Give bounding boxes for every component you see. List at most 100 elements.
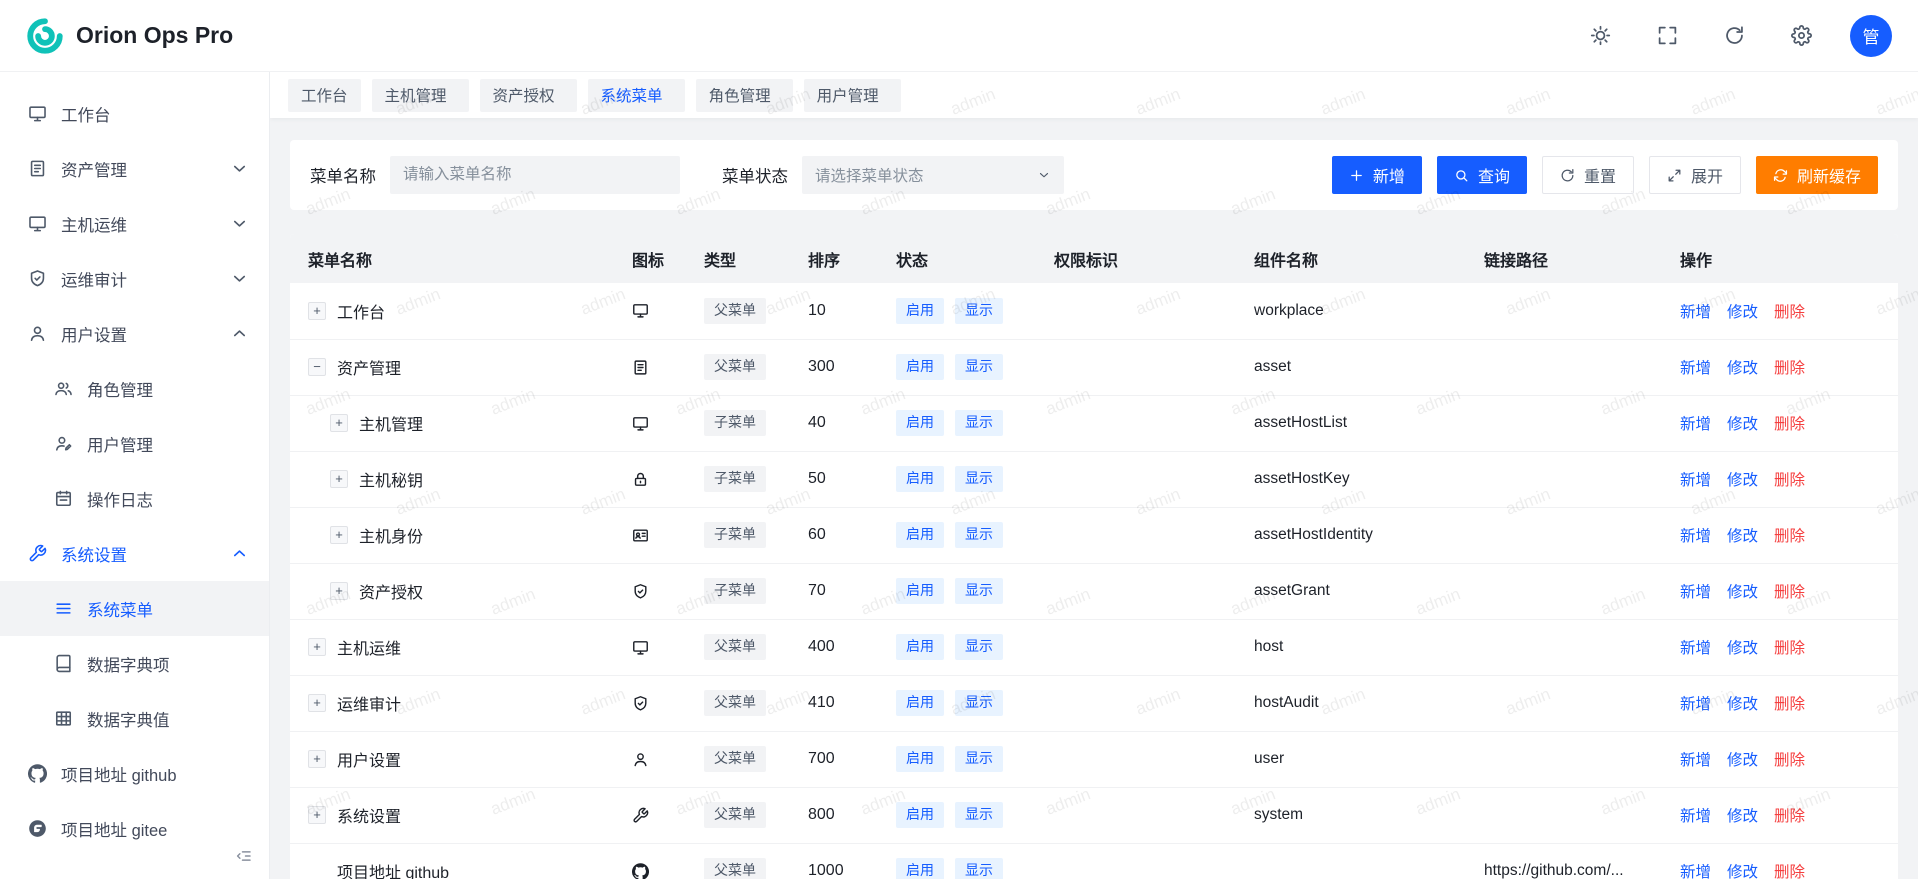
visible-badge: 显示 bbox=[955, 634, 1003, 660]
button-label: 展开 bbox=[1691, 163, 1723, 187]
tab-item[interactable]: 工作台 bbox=[288, 79, 361, 112]
row-delete-link[interactable]: 删除 bbox=[1774, 696, 1805, 713]
menu-name-wrap: −资产管理 bbox=[308, 355, 608, 379]
sidebar-item[interactable]: 项目地址 gitee bbox=[0, 801, 269, 856]
menu-status-select[interactable]: 请选择菜单状态 bbox=[802, 156, 1064, 194]
app-header: Orion Ops Pro 管 bbox=[0, 0, 1918, 72]
expand-row-toggle[interactable]: + bbox=[330, 414, 348, 432]
tab-item[interactable]: 用户管理 bbox=[804, 79, 901, 112]
row-add-link[interactable]: 新增 bbox=[1680, 752, 1711, 769]
row-add-link[interactable]: 新增 bbox=[1680, 472, 1711, 489]
menu-name-input[interactable] bbox=[390, 156, 680, 194]
collapse-row-toggle[interactable]: − bbox=[308, 358, 326, 376]
row-add-link[interactable]: 新增 bbox=[1680, 528, 1711, 545]
row-edit-link[interactable]: 修改 bbox=[1727, 696, 1758, 713]
cell-actions: 新增修改删除 bbox=[1668, 395, 1898, 451]
row-delete-link[interactable]: 删除 bbox=[1774, 640, 1805, 657]
expand-row-toggle[interactable]: + bbox=[330, 526, 348, 544]
add-button[interactable]: 新增 bbox=[1332, 156, 1422, 194]
row-delete-link[interactable]: 删除 bbox=[1774, 864, 1805, 879]
query-button[interactable]: 查询 bbox=[1437, 156, 1527, 194]
sidebar-item[interactable]: 工作台 bbox=[0, 86, 269, 141]
row-add-link[interactable]: 新增 bbox=[1680, 808, 1711, 825]
settings-button[interactable] bbox=[1783, 17, 1820, 54]
row-delete-link[interactable]: 删除 bbox=[1774, 808, 1805, 825]
expand-row-toggle[interactable]: + bbox=[308, 302, 326, 320]
expand-row-toggle[interactable]: + bbox=[330, 470, 348, 488]
sidebar-item[interactable]: 项目地址 github bbox=[0, 746, 269, 801]
row-add-link[interactable]: 新增 bbox=[1680, 304, 1711, 321]
tab-item[interactable]: 系统菜单 bbox=[588, 79, 685, 112]
row-add-link[interactable]: 新增 bbox=[1680, 864, 1711, 879]
row-edit-link[interactable]: 修改 bbox=[1727, 304, 1758, 321]
cell-type: 父菜单 bbox=[692, 339, 796, 395]
row-delete-link[interactable]: 删除 bbox=[1774, 416, 1805, 433]
row-delete-link[interactable]: 删除 bbox=[1774, 584, 1805, 601]
row-delete-link[interactable]: 删除 bbox=[1774, 472, 1805, 489]
visible-badge: 显示 bbox=[955, 298, 1003, 324]
visible-badge: 显示 bbox=[955, 578, 1003, 604]
row-edit-link[interactable]: 修改 bbox=[1727, 528, 1758, 545]
row-delete-link[interactable]: 删除 bbox=[1774, 360, 1805, 377]
sidebar-item[interactable]: 用户设置 bbox=[0, 306, 269, 361]
sidebar-collapse-button[interactable] bbox=[235, 847, 253, 865]
row-edit-link[interactable]: 修改 bbox=[1727, 472, 1758, 489]
reset-button[interactable]: 重置 bbox=[1542, 156, 1634, 194]
row-edit-link[interactable]: 修改 bbox=[1727, 752, 1758, 769]
sun-icon bbox=[1590, 25, 1611, 46]
sidebar-item[interactable]: 系统设置 bbox=[0, 526, 269, 581]
theme-button[interactable] bbox=[1582, 17, 1619, 54]
tab-item[interactable]: 角色管理 bbox=[696, 79, 793, 112]
tab-item[interactable]: 资产授权 bbox=[480, 79, 577, 112]
row-add-link[interactable]: 新增 bbox=[1680, 640, 1711, 657]
row-edit-link[interactable]: 修改 bbox=[1727, 808, 1758, 825]
row-edit-link[interactable]: 修改 bbox=[1727, 416, 1758, 433]
expand-row-toggle[interactable]: + bbox=[308, 638, 326, 656]
sidebar-item[interactable]: 资产管理 bbox=[0, 141, 269, 196]
cell-component: assetHostKey bbox=[1242, 451, 1472, 507]
sidebar-item[interactable]: 数据字典项 bbox=[0, 636, 269, 691]
sidebar-item[interactable]: 主机运维 bbox=[0, 196, 269, 251]
tab-item[interactable]: 主机管理 bbox=[372, 79, 469, 112]
tab-label: 系统菜单 bbox=[601, 84, 663, 106]
expand-row-toggle[interactable]: + bbox=[330, 582, 348, 600]
sidebar-item[interactable]: 系统菜单 bbox=[0, 581, 269, 636]
avatar[interactable]: 管 bbox=[1850, 15, 1892, 57]
cell-order: 10 bbox=[796, 283, 884, 339]
row-delete-link[interactable]: 删除 bbox=[1774, 304, 1805, 321]
expand-row-toggle[interactable]: + bbox=[308, 694, 326, 712]
refresh-cache-button[interactable]: 刷新缓存 bbox=[1756, 156, 1878, 194]
row-edit-link[interactable]: 修改 bbox=[1727, 584, 1758, 601]
row-edit-link[interactable]: 修改 bbox=[1727, 864, 1758, 879]
table-row: −资产管理父菜单300启用显示asset新增修改删除 bbox=[290, 339, 1898, 395]
gitee-icon bbox=[28, 819, 47, 838]
sidebar-item[interactable]: 数据字典值 bbox=[0, 691, 269, 746]
sidebar-item-label: 系统设置 bbox=[61, 542, 127, 566]
column-header: 排序 bbox=[796, 234, 884, 283]
refresh-button[interactable] bbox=[1716, 17, 1753, 54]
sidebar-item[interactable]: 操作日志 bbox=[0, 471, 269, 526]
sidebar-menu: 工作台资产管理主机运维运维审计用户设置角色管理用户管理操作日志系统设置系统菜单数… bbox=[0, 86, 269, 856]
row-add-link[interactable]: 新增 bbox=[1680, 416, 1711, 433]
desktop-icon bbox=[28, 104, 47, 123]
sidebar-item[interactable]: 用户管理 bbox=[0, 416, 269, 471]
status-badge: 启用 bbox=[896, 802, 944, 828]
tab-label: 工作台 bbox=[301, 84, 348, 106]
fullscreen-button[interactable] bbox=[1649, 17, 1686, 54]
expand-button[interactable]: 展开 bbox=[1649, 156, 1741, 194]
expand-row-toggle[interactable]: + bbox=[308, 750, 326, 768]
app-layout: 工作台资产管理主机运维运维审计用户设置角色管理用户管理操作日志系统设置系统菜单数… bbox=[0, 72, 1918, 879]
row-add-link[interactable]: 新增 bbox=[1680, 584, 1711, 601]
menu-name-wrap: +运维审计 bbox=[308, 691, 608, 715]
row-edit-link[interactable]: 修改 bbox=[1727, 360, 1758, 377]
row-delete-link[interactable]: 删除 bbox=[1774, 528, 1805, 545]
menu-desktop-icon bbox=[632, 302, 680, 319]
expand-row-toggle[interactable]: + bbox=[308, 806, 326, 824]
row-add-link[interactable]: 新增 bbox=[1680, 360, 1711, 377]
sidebar-item[interactable]: 运维审计 bbox=[0, 251, 269, 306]
sidebar-item[interactable]: 角色管理 bbox=[0, 361, 269, 416]
row-delete-link[interactable]: 删除 bbox=[1774, 752, 1805, 769]
cell-menu-name: +主机运维 bbox=[290, 619, 620, 675]
row-add-link[interactable]: 新增 bbox=[1680, 696, 1711, 713]
row-edit-link[interactable]: 修改 bbox=[1727, 640, 1758, 657]
